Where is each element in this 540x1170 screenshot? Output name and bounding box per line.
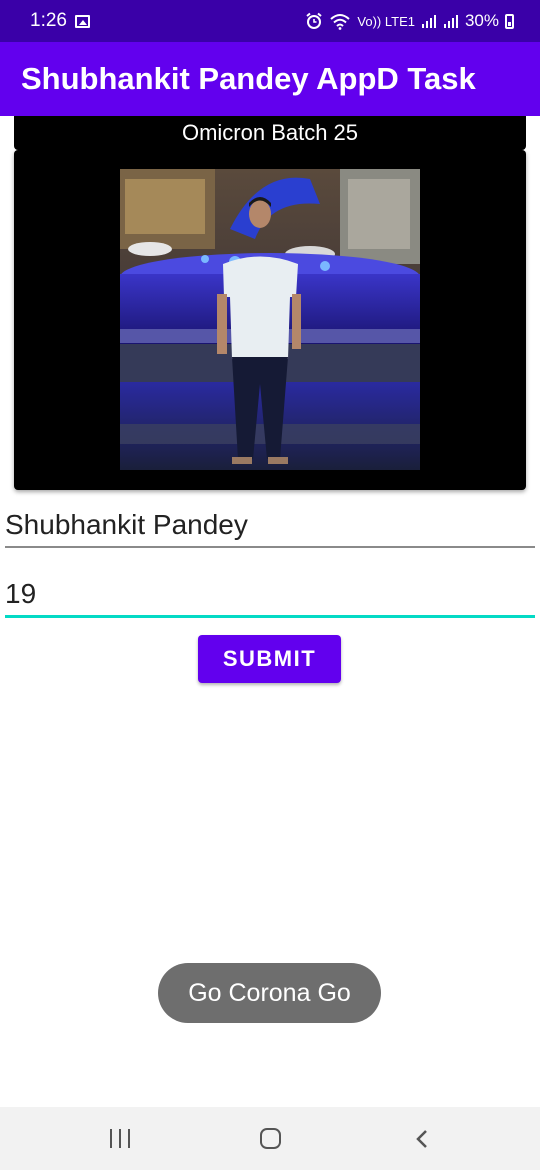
signal-icon (421, 15, 436, 28)
toast-message: Go Corona Go (188, 978, 351, 1007)
image-icon (74, 14, 90, 28)
signal-icon (443, 15, 458, 28)
photo-card (14, 150, 526, 490)
name-field[interactable] (5, 504, 535, 548)
battery-percent: 30% (464, 11, 499, 30)
status-right: Vo)) LTE1 30% (305, 11, 514, 31)
submit-button[interactable]: SUBMIT (198, 635, 341, 683)
status-time: 1:26 (30, 10, 67, 31)
network-label: Vo)) LTE1 (357, 13, 415, 29)
status-bar: 1:26 Vo)) LTE1 30% (0, 0, 540, 42)
wifi-icon (330, 14, 351, 30)
age-field[interactable] (5, 572, 535, 618)
app-bar: Shubhankit Pandey AppD Task (0, 42, 540, 116)
back-icon[interactable] (415, 1129, 429, 1149)
profile-photo (120, 169, 420, 470)
navigation-bar (0, 1107, 540, 1170)
home-icon[interactable] (260, 1128, 281, 1149)
battery-icon (505, 13, 514, 29)
status-left: 1:26 (30, 10, 90, 32)
batch-label: Omicron Batch 25 (14, 116, 526, 150)
toast: Go Corona Go (158, 963, 381, 1023)
app-title: Shubhankit Pandey AppD Task (21, 61, 476, 96)
alarm-icon (306, 12, 323, 29)
recents-icon[interactable] (110, 1129, 130, 1148)
